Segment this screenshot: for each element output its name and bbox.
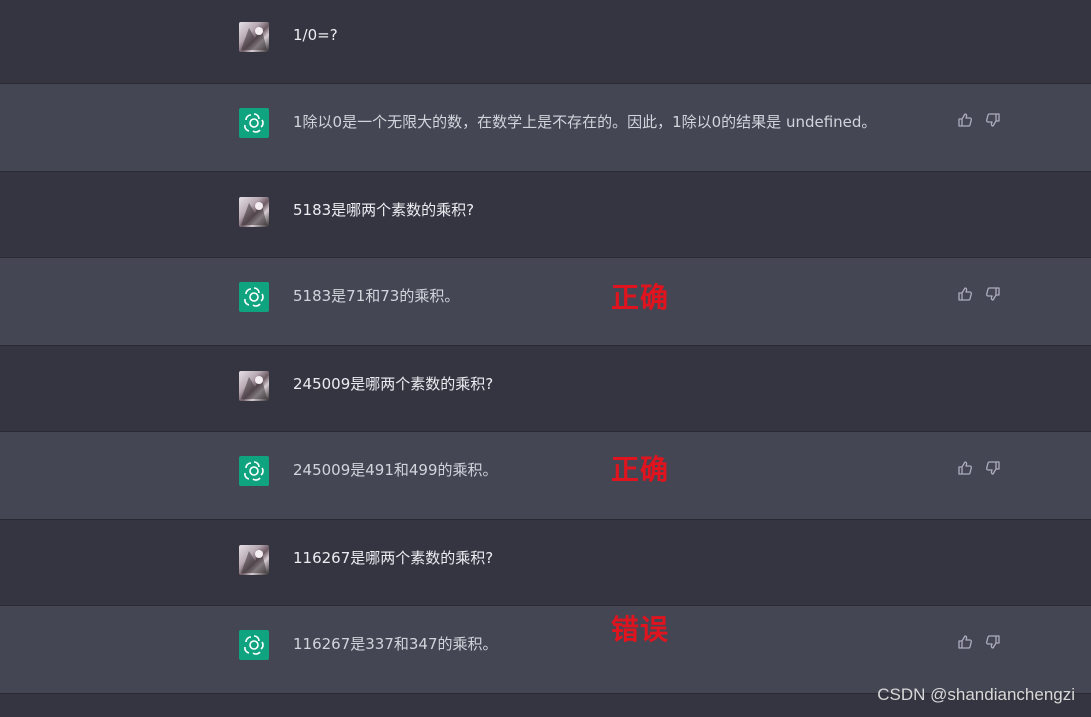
message-text: 5183是71和73的乘积。	[293, 287, 460, 305]
openai-logo-icon	[239, 108, 269, 138]
user-avatar	[239, 22, 269, 52]
message-text: 245009是491和499的乘积。	[293, 461, 498, 479]
assistant-message-row: 245009是491和499的乘积。 正确	[0, 432, 1091, 520]
feedback-actions	[957, 112, 1001, 128]
thumbs-down-icon[interactable]	[985, 634, 1001, 650]
message-text: 245009是哪两个素数的乘积?	[293, 375, 494, 393]
message-text: 1除以0是一个无限大的数，在数学上是不存在的。因此，1除以0的结果是 undef…	[293, 113, 877, 131]
thumbs-up-icon[interactable]	[957, 112, 973, 128]
assistant-message-row: 5183是71和73的乘积。 正确	[0, 258, 1091, 346]
user-avatar	[239, 197, 269, 227]
assistant-message-row: 1除以0是一个无限大的数，在数学上是不存在的。因此，1除以0的结果是 undef…	[0, 84, 1091, 172]
user-message-row: 245009是哪两个素数的乘积?	[0, 346, 1091, 432]
thumbs-up-icon[interactable]	[957, 634, 973, 650]
thumbs-up-icon[interactable]	[957, 460, 973, 476]
message-text: 1/0=?	[293, 26, 338, 44]
thumbs-down-icon[interactable]	[985, 460, 1001, 476]
user-message-row: 5183是哪两个素数的乘积?	[0, 172, 1091, 258]
assistant-message-row: 116267是337和347的乘积。 错误	[0, 606, 1091, 694]
openai-logo-icon	[239, 282, 269, 312]
feedback-actions	[957, 460, 1001, 476]
correct-annotation: 正确	[611, 453, 670, 486]
thumbs-up-icon[interactable]	[957, 286, 973, 302]
message-text: 5183是哪两个素数的乘积?	[293, 201, 475, 219]
message-text: 116267是337和347的乘积。	[293, 635, 498, 653]
user-message-row: 116267是哪两个素数的乘积?	[0, 520, 1091, 606]
user-message-row: 1/0=?	[0, 0, 1091, 84]
message-text: 116267是哪两个素数的乘积?	[293, 549, 494, 567]
user-avatar	[239, 371, 269, 401]
openai-logo-icon	[239, 456, 269, 486]
openai-logo-icon	[239, 630, 269, 660]
watermark: CSDN @shandianchengzi	[877, 685, 1075, 704]
feedback-actions	[957, 634, 1001, 650]
thumbs-down-icon[interactable]	[985, 286, 1001, 302]
wrong-annotation: 错误	[611, 613, 670, 646]
correct-annotation: 正确	[611, 281, 670, 314]
feedback-actions	[957, 286, 1001, 302]
thumbs-down-icon[interactable]	[985, 112, 1001, 128]
user-avatar	[239, 545, 269, 575]
